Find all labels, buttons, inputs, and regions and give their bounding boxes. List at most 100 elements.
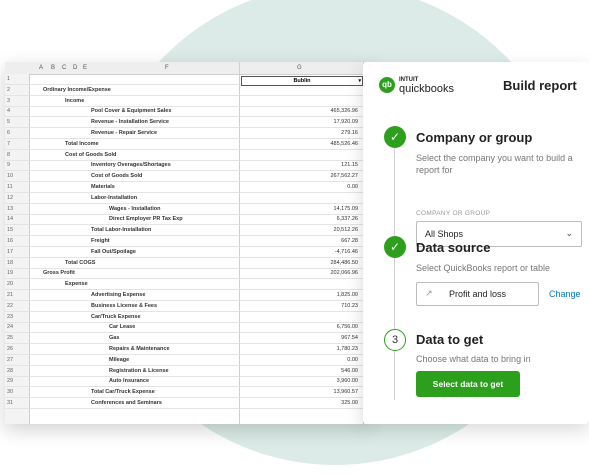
row-label: Fall Out/Spoilage xyxy=(91,248,136,255)
row-number: 13 xyxy=(7,205,14,212)
table-row[interactable]: 7 Total Income 485,526.46 xyxy=(5,140,370,150)
row-value: 710.23 xyxy=(341,302,358,309)
table-row[interactable]: 27 Mileage 0.00 xyxy=(5,356,370,366)
row-value: 279.16 xyxy=(341,130,358,136)
row-label: Gas xyxy=(109,335,120,342)
row-number: 14 xyxy=(7,216,14,223)
step-1-check-icon: ✓ xyxy=(384,126,406,148)
step-3-title: Data to get xyxy=(416,332,484,347)
row-number: 15 xyxy=(7,227,14,234)
row-label: Expense xyxy=(65,281,88,288)
row-label: Labor-Installation xyxy=(91,194,138,201)
col-header-d[interactable]: D xyxy=(73,65,77,71)
row-number: 17 xyxy=(7,248,14,255)
row-value: 6,756.00 xyxy=(336,324,358,331)
table-row[interactable]: 13 Wages - Installation 14,175.09 xyxy=(5,205,370,215)
select-data-button[interactable]: Select data to get xyxy=(416,371,520,397)
row-number: 16 xyxy=(7,238,14,244)
table-row[interactable]: 17 Fall Out/Spoilage -4,716.46 xyxy=(5,248,370,258)
row-number: 27 xyxy=(7,356,14,363)
change-link[interactable]: Change xyxy=(549,289,581,299)
row-value: 0.00 xyxy=(347,356,358,363)
table-row[interactable]: 25 Gas 967.54 xyxy=(5,334,370,345)
table-row[interactable]: 31 Conferences and Seminars 325.00 xyxy=(5,399,370,409)
row-value: 546.00 xyxy=(341,367,358,374)
col-header-a[interactable]: A xyxy=(39,65,43,71)
row-value: 0.00 xyxy=(347,184,358,190)
row-value: 14,175.09 xyxy=(333,205,358,212)
row-label: Registration & License xyxy=(109,367,169,374)
row-label: Wages - Installation xyxy=(109,205,161,212)
row-value: 1,780.23 xyxy=(336,346,358,352)
table-row[interactable]: 11 Materials 0.00 xyxy=(5,183,370,193)
table-row[interactable]: 8 Cost of Goods Sold xyxy=(5,151,370,161)
row-number: 2 xyxy=(7,86,11,93)
row-number: 3 xyxy=(7,97,11,104)
table-row[interactable]: 14 Direct Employer PR Tax Exp 6,337.26 xyxy=(5,215,370,226)
row-number: 24 xyxy=(7,324,14,331)
row-number: 22 xyxy=(7,302,14,309)
row-number: 5 xyxy=(7,119,11,126)
table-row[interactable]: 15 Total Labor-Installation 20,512.26 xyxy=(5,226,370,237)
row-label: Direct Employer PR Tax Exp xyxy=(109,216,183,223)
row-number: 10 xyxy=(7,173,14,180)
table-row[interactable]: 30 Total Car/Truck Expense 13,960.57 xyxy=(5,388,370,399)
row-number: 9 xyxy=(7,162,11,169)
row-number: 11 xyxy=(7,184,13,190)
col-header-f[interactable]: F xyxy=(165,65,169,71)
row-label: Car Lease xyxy=(109,324,136,331)
col-header-g[interactable]: G xyxy=(297,65,302,71)
table-row[interactable]: 2 Ordinary Income/Expense xyxy=(5,86,370,96)
table-row[interactable]: 29 Auto Insurance 3,960.00 xyxy=(5,377,370,388)
column-headers: A B C D E F G xyxy=(5,62,370,75)
row-number: 18 xyxy=(7,259,14,266)
row-number: 31 xyxy=(7,400,14,406)
row-value: 485,526.46 xyxy=(330,140,358,147)
row-value: 667.28 xyxy=(341,238,358,244)
row-value: 465,326.96 xyxy=(330,108,358,115)
table-row[interactable]: 12 Labor-Installation xyxy=(5,194,370,204)
table-row[interactable]: 16 Freight 667.28 xyxy=(5,237,370,247)
table-row[interactable]: 22 Business License & Fees 710.23 xyxy=(5,302,370,312)
table-row[interactable]: 3 Income xyxy=(5,97,370,107)
table-row[interactable]: 10 Cost of Goods Sold 267,562.27 xyxy=(5,172,370,183)
table-row[interactable]: 24 Car Lease 6,756.00 xyxy=(5,323,370,334)
row-label: Cost of Goods Sold xyxy=(65,151,117,158)
row-value: 267,562.27 xyxy=(330,173,358,180)
table-row[interactable]: 23 Car/Truck Expense xyxy=(5,313,370,323)
row-label: Business License & Fees xyxy=(91,302,158,309)
table-row[interactable]: 18 Total COGS 284,486.50 xyxy=(5,259,370,269)
table-row[interactable]: 5 Revenue - Installation Service 17,920.09 xyxy=(5,118,370,129)
row-label: Income xyxy=(65,97,85,104)
report-source-value: Profit and loss xyxy=(449,289,507,299)
table-row[interactable]: 20 Expense xyxy=(5,280,370,291)
row-value: 6,337.26 xyxy=(336,216,358,223)
row-value: 3,960.00 xyxy=(336,378,358,385)
row-number: 26 xyxy=(7,346,14,352)
row-value: -4,716.46 xyxy=(334,248,358,255)
row-label: Revenue - Repair Service xyxy=(91,130,158,136)
row-value: 20,512.26 xyxy=(333,227,358,234)
table-row[interactable]: 28 Registration & License 546.00 xyxy=(5,367,370,377)
row-value: 1,825.00 xyxy=(336,292,358,298)
step-2-check-icon: ✓ xyxy=(384,236,406,258)
col-header-b[interactable]: B xyxy=(51,65,55,71)
cell-dropdown[interactable]: Bublin ▾ xyxy=(241,76,363,86)
table-row[interactable]: 26 Repairs & Maintenance 1,780.23 xyxy=(5,345,370,355)
col-header-c[interactable]: C xyxy=(62,65,66,71)
table-row[interactable]: 6 Revenue - Repair Service 279.16 xyxy=(5,129,370,139)
row-label: Conferences and Seminars xyxy=(91,400,162,406)
row-label: Advertising Expense xyxy=(91,292,146,298)
step-2-description: Select QuickBooks report or table xyxy=(416,263,551,273)
table-row[interactable]: 4 Pool Cover & Equipment Sales 465,326.96 xyxy=(5,107,370,118)
row-label: Auto Insurance xyxy=(109,378,150,385)
row-number: 23 xyxy=(7,313,14,320)
table-row[interactable]: 19 Gross Profit 202,066.96 xyxy=(5,269,370,280)
report-source-field[interactable]: ↗ Profit and loss xyxy=(416,282,539,306)
dropdown-arrow-icon[interactable]: ▾ xyxy=(358,77,361,85)
row-value: 284,486.50 xyxy=(330,259,358,266)
table-row[interactable]: 9 Inventory Overages/Shortages 121.15 xyxy=(5,161,370,172)
col-header-e[interactable]: E xyxy=(83,65,87,71)
table-row[interactable]: 21 Advertising Expense 1,825.00 xyxy=(5,291,370,301)
row-number: 29 xyxy=(7,378,14,385)
